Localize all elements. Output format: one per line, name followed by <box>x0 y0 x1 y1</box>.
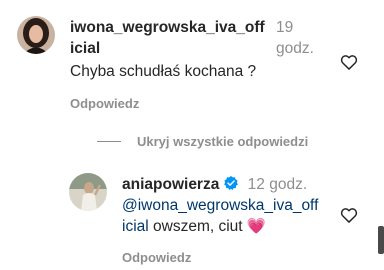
scrollbar-thumb[interactable] <box>378 226 384 254</box>
comment-username-wrap[interactable]: icial <box>70 38 100 59</box>
reply-text: owszem, ciut <box>148 218 247 235</box>
reply-avatar[interactable] <box>69 173 107 211</box>
reply-username[interactable]: aniapowierza <box>122 176 219 193</box>
reply-reply-button[interactable]: Odpowiedz <box>122 250 191 265</box>
heart-emoji: 💗 <box>246 218 267 235</box>
commenter-avatar[interactable] <box>17 16 55 54</box>
comment-time-line1: 19 <box>276 19 294 36</box>
heart-outline-icon[interactable] <box>339 205 359 225</box>
hide-replies-toggle[interactable]: Ukryj wszystkie odpowiedzi <box>69 134 308 149</box>
reply-header: aniapowierza 12 godz. <box>122 174 307 195</box>
hide-replies-label[interactable]: Ukryj wszystkie odpowiedzi <box>137 134 308 149</box>
reply-time: 12 godz. <box>247 176 308 193</box>
divider-line <box>97 141 121 142</box>
verified-badge-icon <box>224 176 239 191</box>
reply-mention-cont[interactable]: icial <box>122 218 149 235</box>
reply-mention[interactable]: @iwona_wegrowska_iva_off <box>122 197 318 214</box>
comment-username-line2[interactable]: icial <box>70 40 100 57</box>
comment-body: Chyba schudłaś kochana ? <box>70 63 257 80</box>
reply-body: icial owszem, ciut 💗 <box>122 216 266 237</box>
comment-username[interactable]: iwona_wegrowska_iva_off <box>70 17 265 38</box>
heart-outline-icon[interactable] <box>339 52 359 72</box>
comments-section: iwona_wegrowska_iva_off 19 icial godz. C… <box>0 0 384 270</box>
comment-username-line1[interactable]: iwona_wegrowska_iva_off <box>70 19 265 36</box>
comment-time-line2: godz. <box>276 40 314 57</box>
reply-mention-line1[interactable]: @iwona_wegrowska_iva_off <box>122 195 318 216</box>
reply-button[interactable]: Odpowiedz <box>70 96 139 111</box>
